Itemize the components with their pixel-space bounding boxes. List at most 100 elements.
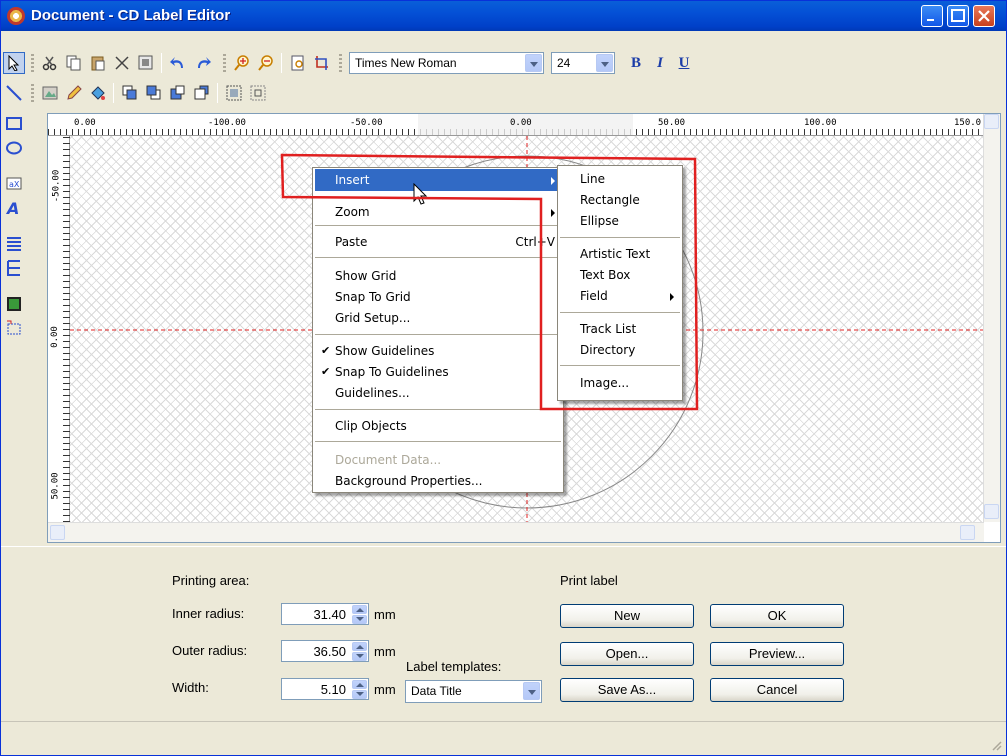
- rectangle-tool-icon: [6, 117, 22, 130]
- bottom-panel: Printing area: Inner radius: 31.40 mm Ou…: [1, 546, 1006, 721]
- send-backward-button[interactable]: [191, 82, 213, 104]
- group-button[interactable]: [223, 82, 245, 104]
- scroll-down-button[interactable]: [984, 504, 999, 519]
- menu-item-zoom[interactable]: Zoom: [315, 201, 561, 223]
- resize-grip-icon[interactable]: [990, 739, 1002, 751]
- menu-item-image[interactable]: Image...: [560, 372, 680, 394]
- artistic-text-tool-button[interactable]: A: [3, 197, 25, 219]
- stepper-up-icon[interactable]: [352, 605, 367, 614]
- menu-item-show-grid[interactable]: Show Grid: [315, 265, 561, 287]
- menu-item-guidelines[interactable]: Guidelines...: [315, 382, 561, 404]
- close-button[interactable]: [973, 5, 995, 27]
- preview-button[interactable]: Preview...: [710, 642, 844, 666]
- menu-item-directory[interactable]: Directory: [560, 339, 680, 361]
- ruler-label: -50.00: [51, 169, 62, 203]
- copy-button[interactable]: [63, 52, 85, 74]
- scroll-left-button[interactable]: [50, 525, 65, 540]
- cancel-button[interactable]: Cancel: [710, 678, 844, 702]
- maximize-button[interactable]: [947, 5, 969, 27]
- pencil-button[interactable]: [63, 82, 85, 104]
- chevron-down-icon[interactable]: [596, 54, 613, 72]
- menu-item-track-list[interactable]: Track List: [560, 318, 680, 340]
- field-tool-button[interactable]: [3, 317, 25, 339]
- paste-button[interactable]: [87, 52, 109, 74]
- stepper-down-icon[interactable]: [352, 615, 367, 624]
- italic-button[interactable]: I: [649, 52, 671, 74]
- menu-item-background-properties[interactable]: Background Properties...: [315, 470, 561, 492]
- zoom-out-icon: [258, 55, 273, 71]
- image-tool-button[interactable]: [3, 293, 25, 315]
- chevron-down-icon[interactable]: [525, 54, 542, 72]
- save-as-button[interactable]: Save As...: [560, 678, 694, 702]
- fill-button[interactable]: [87, 82, 109, 104]
- outer-radius-stepper[interactable]: 36.50: [281, 640, 369, 662]
- font-name-select[interactable]: Times New Roman: [349, 52, 544, 74]
- horizontal-scrollbar[interactable]: [48, 522, 984, 542]
- title-bar[interactable]: Document - CD Label Editor: [1, 1, 1006, 31]
- bring-front-button[interactable]: [119, 82, 141, 104]
- checkmark-icon: ✔: [321, 344, 331, 357]
- label-templates-select[interactable]: Data Title: [405, 680, 542, 703]
- artistic-text-icon: A: [6, 200, 19, 216]
- menu-item-paste[interactable]: Paste Ctrl+V: [315, 231, 561, 253]
- scroll-up-button[interactable]: [984, 114, 999, 129]
- minimize-icon: [927, 19, 934, 21]
- zoom-in-button[interactable]: [231, 52, 253, 74]
- submenu-arrow-icon: [551, 209, 555, 217]
- send-back-button[interactable]: [143, 82, 165, 104]
- menu-item-document-data: Document Data...: [335, 453, 442, 467]
- stepper-up-icon[interactable]: [352, 642, 367, 651]
- menu-item-clip-objects[interactable]: Clip Objects: [315, 415, 561, 437]
- directory-tool-button[interactable]: [3, 257, 25, 279]
- cd-label-editor-window: Document - CD Label Editor Times New Rom…: [0, 0, 1007, 756]
- open-button[interactable]: Open...: [560, 642, 694, 666]
- bring-forward-button[interactable]: [167, 82, 189, 104]
- font-size-select[interactable]: 24: [551, 52, 615, 74]
- context-menu: Insert Zoom Paste Ctrl+V Show Grid Snap T…: [312, 167, 564, 493]
- width-stepper[interactable]: 5.10: [281, 678, 369, 700]
- ruler-label: 150.0: [954, 118, 982, 128]
- checkmark-icon: ✔: [321, 365, 331, 378]
- bold-button[interactable]: B: [625, 52, 647, 74]
- menu-item-insert[interactable]: Insert: [315, 169, 561, 191]
- menu-item-ellipse[interactable]: Ellipse: [560, 210, 680, 232]
- ok-button[interactable]: OK: [710, 604, 844, 628]
- menu-item-artistic-text[interactable]: Artistic Text: [560, 243, 680, 265]
- cut-button[interactable]: [39, 52, 61, 74]
- textbox-tool-button[interactable]: aX: [3, 173, 25, 195]
- scroll-right-button[interactable]: [960, 525, 975, 540]
- crop-button[interactable]: [311, 52, 333, 74]
- image-edit-button[interactable]: [39, 82, 61, 104]
- minimize-button[interactable]: [921, 5, 943, 27]
- zoom-out-button[interactable]: [255, 52, 277, 74]
- menu-item-field[interactable]: Field: [560, 285, 680, 307]
- page-view-button[interactable]: [287, 52, 309, 74]
- inner-radius-value: 31.40: [313, 607, 346, 622]
- menu-item-rectangle[interactable]: Rectangle: [560, 189, 680, 211]
- stepper-down-icon[interactable]: [352, 652, 367, 661]
- delete-button[interactable]: [111, 52, 133, 74]
- cut-icon: [42, 56, 57, 71]
- properties-button[interactable]: [135, 52, 157, 74]
- stepper-down-icon[interactable]: [352, 690, 367, 699]
- undo-button[interactable]: [167, 52, 189, 74]
- inner-radius-label: Inner radius:: [172, 606, 245, 621]
- rectangle-tool-button[interactable]: [3, 113, 25, 135]
- menu-item-show-guidelines[interactable]: ✔ Show Guidelines: [315, 340, 561, 362]
- new-button[interactable]: New: [560, 604, 694, 628]
- chevron-down-icon[interactable]: [523, 682, 540, 700]
- ellipse-tool-button[interactable]: [3, 137, 25, 159]
- track-list-tool-button[interactable]: [3, 233, 25, 255]
- underline-button[interactable]: U: [673, 52, 695, 74]
- width-label: Width:: [172, 680, 209, 695]
- redo-button[interactable]: [193, 52, 215, 74]
- stepper-up-icon[interactable]: [352, 680, 367, 689]
- inner-radius-stepper[interactable]: 31.40: [281, 603, 369, 625]
- vertical-scrollbar[interactable]: [983, 114, 1000, 522]
- ungroup-button[interactable]: [247, 82, 269, 104]
- menu-item-snap-to-guidelines[interactable]: ✔ Snap To Guidelines: [315, 361, 561, 383]
- menu-item-snap-to-grid[interactable]: Snap To Grid: [315, 286, 561, 308]
- menu-item-line[interactable]: Line: [560, 168, 680, 190]
- menu-item-grid-setup[interactable]: Grid Setup...: [315, 307, 561, 329]
- menu-item-text-box[interactable]: Text Box: [560, 264, 680, 286]
